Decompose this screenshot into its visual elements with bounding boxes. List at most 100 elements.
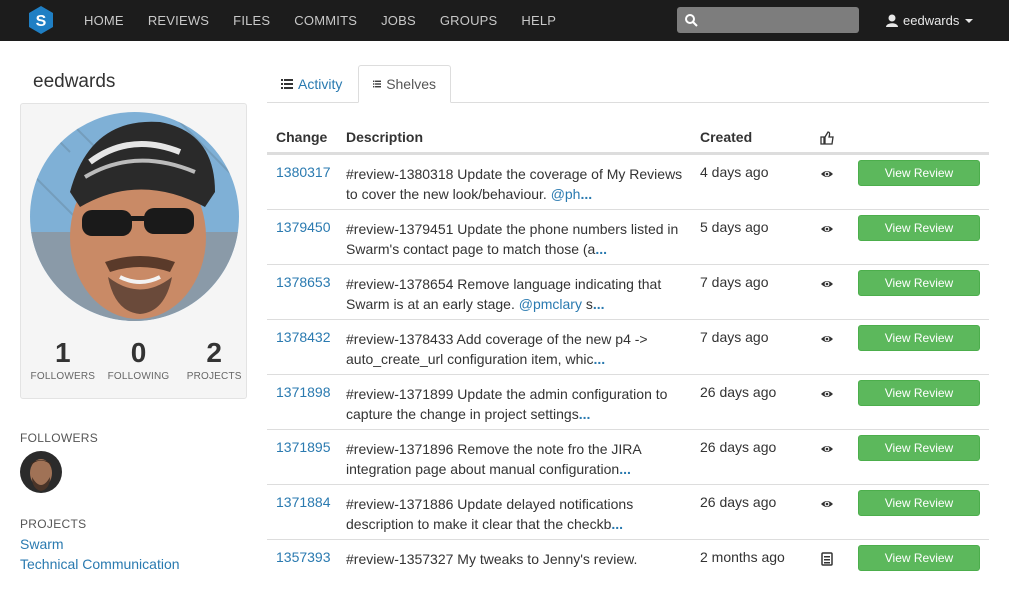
view-review-button[interactable]: View Review	[858, 380, 980, 406]
stat-projects[interactable]: 2 PROJECTS	[180, 337, 248, 382]
eye-icon	[820, 277, 834, 291]
tab-activity[interactable]: Activity	[267, 65, 356, 103]
profile-stats: 1 FOLLOWERS 0 FOLLOWING 2 PROJECTS	[21, 337, 248, 382]
description-line1: #review-1380318 Update the coverage of M…	[346, 166, 683, 182]
followers-title: FOLLOWERS	[20, 431, 99, 445]
swarm-logo-icon[interactable]: S	[29, 6, 53, 34]
created-time: 26 days ago	[700, 439, 777, 455]
project-link-swarm[interactable]: Swarm	[20, 536, 64, 552]
created-time: 2 months ago	[700, 549, 785, 565]
view-review-button[interactable]: View Review	[858, 160, 980, 186]
description-line2: capture the change in project settings	[346, 406, 579, 422]
table-row: 1357393 #review-1357327 My tweaks to Jenn…	[267, 539, 989, 594]
projects-title: PROJECTS	[20, 517, 87, 531]
stat-followers[interactable]: 1 FOLLOWERS	[29, 337, 97, 382]
expand-more-link[interactable]: ...	[580, 186, 592, 202]
table-row: 1371895 #review-1371896 Remove the note f…	[267, 429, 989, 484]
description-rest: s	[581, 296, 593, 312]
description-line2: auto_create_url configuration item, whic	[346, 351, 594, 367]
user-name: eedwards	[903, 13, 960, 28]
expand-more-link[interactable]: ...	[619, 461, 631, 477]
profile-tabs: Activity Shelves	[267, 65, 989, 103]
description-line2: to cover the new look/behaviour.	[346, 186, 551, 202]
nav-help[interactable]: HELP	[509, 0, 568, 41]
created-time: 5 days ago	[700, 219, 769, 235]
description-line1: #review-1371896 Remove the note fro the …	[346, 441, 642, 457]
view-review-button[interactable]: View Review	[858, 270, 980, 296]
user-mention[interactable]: @pmclary	[519, 296, 582, 312]
archive-icon	[820, 552, 834, 566]
description-line2: description to make it clear that the ch…	[346, 516, 612, 532]
main-nav: HOME REVIEWS FILES COMMITS JOBS GROUPS H…	[72, 0, 568, 41]
eye-icon	[820, 497, 834, 511]
description-line2: integration page about manual configurat…	[346, 461, 620, 477]
nav-files[interactable]: FILES	[221, 0, 282, 41]
expand-more-link[interactable]: ...	[593, 351, 605, 367]
eye-icon	[820, 222, 834, 236]
search-input[interactable]	[704, 12, 854, 28]
expand-more-link[interactable]: ...	[595, 241, 607, 257]
change-link[interactable]: 1371898	[276, 384, 331, 400]
view-review-button[interactable]: View Review	[858, 435, 980, 461]
header-description: Description	[346, 129, 424, 145]
view-review-button[interactable]: View Review	[858, 215, 980, 241]
description-line1: #review-1378654 Remove language indicati…	[346, 276, 662, 292]
profile-card: 1 FOLLOWERS 0 FOLLOWING 2 PROJECTS	[20, 103, 247, 399]
expand-more-link[interactable]: ...	[611, 516, 623, 532]
list-icon	[373, 80, 382, 88]
change-link[interactable]: 1378432	[276, 329, 331, 345]
nav-home[interactable]: HOME	[72, 0, 136, 41]
nav-groups[interactable]: GROUPS	[428, 0, 510, 41]
description-line1: #review-1379451 Update the phone numbers…	[346, 221, 679, 237]
change-link[interactable]: 1380317	[276, 164, 331, 180]
description: #review-1371886 Update delayed notificat…	[346, 494, 691, 534]
avatar	[30, 112, 239, 321]
change-link[interactable]: 1371884	[276, 494, 331, 510]
table-row: 1379450 #review-1379451 Update the phone …	[267, 209, 989, 264]
table-row: 1380317 #review-1380318 Update the covera…	[267, 154, 989, 209]
view-review-button[interactable]: View Review	[858, 490, 980, 516]
stat-value: 2	[206, 337, 222, 368]
stat-value: 0	[130, 337, 147, 368]
eye-icon	[820, 387, 834, 401]
stat-label: FOLLOWERS	[30, 371, 96, 382]
description: #review-1371896 Remove the note fro the …	[346, 439, 691, 479]
change-link[interactable]: 1357393	[276, 549, 331, 565]
stat-following[interactable]: 0 FOLLOWING	[105, 337, 173, 382]
stat-value: 1	[55, 337, 71, 368]
description-line2: Swarm is at an early stage.	[346, 296, 519, 312]
change-link[interactable]: 1378653	[276, 274, 331, 290]
user-icon	[886, 14, 898, 27]
thumbs-up-icon	[820, 131, 834, 145]
description: #review-1379451 Update the phone numbers…	[346, 219, 691, 259]
table-row: 1378432 #review-1378433 Add coverage of t…	[267, 319, 989, 374]
user-mention[interactable]: @ph	[551, 186, 581, 202]
change-link[interactable]: 1371895	[276, 439, 331, 455]
expand-more-link[interactable]: ...	[593, 296, 605, 312]
description-line1: #review-1357327 My tweaks to Jenny's rev…	[346, 551, 638, 567]
created-time: 7 days ago	[700, 329, 769, 345]
eye-icon	[820, 332, 834, 346]
nav-reviews[interactable]: REVIEWS	[136, 0, 221, 41]
stat-label: PROJECTS	[186, 371, 242, 382]
tab-shelves[interactable]: Shelves	[358, 65, 451, 103]
description: #review-1378433 Add coverage of the new …	[346, 329, 691, 369]
expand-more-link[interactable]: ...	[579, 406, 591, 422]
project-link-technical-communication[interactable]: Technical Communication	[20, 556, 180, 572]
nav-commits[interactable]: COMMITS	[282, 0, 369, 41]
description: #review-1378654 Remove language indicati…	[346, 274, 691, 314]
search-box[interactable]	[677, 7, 859, 33]
eye-icon	[820, 167, 834, 181]
header-created: Created	[700, 129, 753, 145]
view-review-button[interactable]: View Review	[858, 325, 980, 351]
created-time: 4 days ago	[700, 164, 769, 180]
profile-name: eedwards	[33, 71, 116, 92]
follower-avatar[interactable]	[20, 451, 62, 493]
description-line1: #review-1371899 Update the admin configu…	[346, 386, 668, 402]
user-menu[interactable]: eedwards	[886, 0, 974, 41]
change-link[interactable]: 1379450	[276, 219, 331, 235]
nav-jobs[interactable]: JOBS	[369, 0, 428, 41]
svg-text:S: S	[36, 13, 47, 30]
stat-label: FOLLOWING	[107, 371, 170, 382]
view-review-button[interactable]: View Review	[858, 545, 980, 571]
